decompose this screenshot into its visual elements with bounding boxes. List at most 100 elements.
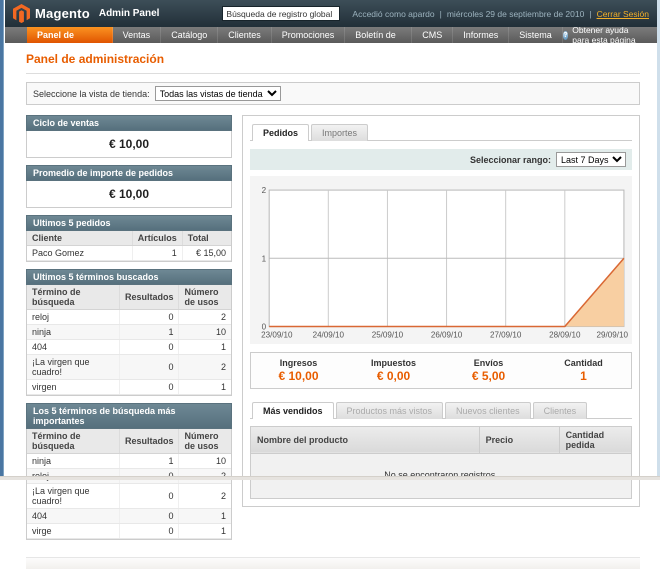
stat-label: Ingresos bbox=[251, 358, 346, 368]
brand-name: Magento bbox=[35, 6, 90, 21]
cell-uses: 10 bbox=[179, 454, 231, 469]
cell-results: 0 bbox=[119, 355, 179, 380]
range-select[interactable]: Last 7 Days bbox=[556, 152, 626, 167]
table-row: 40401 bbox=[27, 509, 231, 524]
svg-text:2: 2 bbox=[262, 186, 267, 195]
sales-lifetime-value: € 10,00 bbox=[27, 131, 231, 157]
cell-uses: 1 bbox=[179, 509, 231, 524]
average-orders-value: € 10,00 bbox=[27, 181, 231, 207]
help-link[interactable]: ? Obtener ayuda para esta página bbox=[563, 27, 657, 43]
cell-results: 0 bbox=[119, 340, 179, 355]
svg-text:29/09/10: 29/09/10 bbox=[597, 331, 629, 340]
cell-term: 404 bbox=[27, 509, 119, 524]
stat-envios: Envíos € 5,00 bbox=[441, 358, 536, 383]
col-header: Número de usos bbox=[179, 285, 231, 310]
nav-item-catalogo[interactable]: Catálogo bbox=[161, 27, 218, 43]
cell-uses: 1 bbox=[179, 380, 231, 395]
table-row: ¡La virgen que cuadro!02 bbox=[27, 484, 231, 509]
cell-uses: 1 bbox=[179, 524, 231, 539]
divider: | bbox=[440, 9, 442, 19]
cell-total: € 15,00 bbox=[182, 246, 231, 261]
grids-tabs: Más vendidos Productos más vistos Nuevos… bbox=[250, 401, 632, 419]
cell-results: 0 bbox=[119, 380, 179, 395]
stat-cantidad: Cantidad 1 bbox=[536, 358, 631, 383]
cell-uses: 2 bbox=[179, 355, 231, 380]
nav-item-boletin[interactable]: Boletín de noticias bbox=[345, 27, 412, 43]
cell-uses: 10 bbox=[179, 325, 231, 340]
help-icon: ? bbox=[563, 31, 569, 40]
last-search-terms-box: Ultimos 5 términos buscados Término de b… bbox=[26, 269, 232, 396]
stat-label: Envíos bbox=[441, 358, 536, 368]
col-header: Término de búsqueda bbox=[27, 429, 119, 454]
cell-term: reloj bbox=[27, 310, 119, 325]
magento-logo: Magento Admin Panel bbox=[13, 4, 159, 23]
cell-results: 1 bbox=[119, 454, 179, 469]
orders-chart-container: 01223/09/1024/09/1025/09/1026/09/1027/09… bbox=[250, 176, 632, 344]
col-header: Cliente bbox=[27, 231, 132, 246]
tab-clientes[interactable]: Clientes bbox=[533, 402, 588, 419]
cell-term: ninja bbox=[27, 325, 119, 340]
table-row: Paco Gomez 1 € 15,00 bbox=[27, 246, 231, 261]
stat-value: € 10,00 bbox=[251, 369, 346, 383]
last-search-terms-table: Término de búsqueda Resultados Número de… bbox=[27, 285, 231, 395]
diagram-tabs: Pedidos Importes bbox=[250, 123, 632, 141]
global-search-input[interactable] bbox=[222, 6, 340, 21]
average-orders-box: Promedio de importe de pedidos € 10,00 bbox=[26, 165, 232, 208]
stat-label: Cantidad bbox=[536, 358, 631, 368]
cell-term: 404 bbox=[27, 340, 119, 355]
stat-value: € 5,00 bbox=[441, 369, 536, 383]
tab-importes[interactable]: Importes bbox=[311, 124, 368, 141]
tab-mas-vendidos[interactable]: Más vendidos bbox=[252, 402, 334, 419]
table-row: ninja110 bbox=[27, 325, 231, 340]
current-date: miércoles 29 de septiembre de 2010 bbox=[447, 9, 585, 19]
svg-text:27/09/10: 27/09/10 bbox=[490, 331, 522, 340]
cell-uses: 2 bbox=[179, 484, 231, 509]
last-search-terms-title: Ultimos 5 términos buscados bbox=[26, 269, 232, 285]
last-orders-table: Cliente Artículos Total Paco Gomez 1 € 1… bbox=[27, 231, 231, 261]
svg-text:1: 1 bbox=[262, 254, 267, 263]
col-header: Resultados bbox=[119, 429, 179, 454]
page-content: Panel de administración Seleccione la vi… bbox=[5, 43, 657, 569]
top-search-terms-box: Los 5 términos de búsqueda más important… bbox=[26, 403, 232, 540]
nav-item-promociones[interactable]: Promociones bbox=[272, 27, 346, 43]
totals-bar: Ingresos € 10,00 Impuestos € 0,00 Envíos… bbox=[250, 352, 632, 389]
nav-item-cms[interactable]: CMS bbox=[412, 27, 453, 43]
bestsellers-table: Nombre del producto Precio Cantidad pedi… bbox=[250, 426, 632, 499]
nav-item-dashboard[interactable]: Panel de administración bbox=[27, 27, 113, 43]
logout-link[interactable]: Cerrar Sesión bbox=[597, 9, 649, 19]
top-search-terms-title: Los 5 términos de búsqueda más important… bbox=[26, 403, 232, 429]
cell-results: 1 bbox=[119, 325, 179, 340]
sales-lifetime-title: Ciclo de ventas bbox=[26, 115, 232, 131]
tab-productos-mas-vistos[interactable]: Productos más vistos bbox=[336, 402, 444, 419]
nav-item-sistema[interactable]: Sistema bbox=[509, 27, 563, 43]
cell-customer: Paco Gomez bbox=[27, 246, 132, 261]
store-view-bar: Seleccione la vista de tienda: Todas las… bbox=[26, 82, 640, 105]
cell-results: 0 bbox=[119, 524, 179, 539]
table-row: ninja110 bbox=[27, 454, 231, 469]
stat-label: Impuestos bbox=[346, 358, 441, 368]
cell-term: virge bbox=[27, 524, 119, 539]
header-user-area: Accedió como apardo | miércoles 29 de se… bbox=[352, 9, 649, 19]
page-footer-edge bbox=[26, 557, 640, 569]
last-orders-title: Ultimos 5 pedidos bbox=[26, 215, 232, 231]
dashboard-right-panel: Pedidos Importes Seleccionar rango: Last… bbox=[242, 115, 640, 507]
col-header: Total bbox=[182, 231, 231, 246]
table-row: virgen01 bbox=[27, 380, 231, 395]
window-frame-left bbox=[0, 0, 4, 480]
tab-nuevos-clientes[interactable]: Nuevos clientes bbox=[445, 402, 531, 419]
stat-impuestos: Impuestos € 0,00 bbox=[346, 358, 441, 383]
magento-admin-window: Magento Admin Panel Accedió como apardo … bbox=[5, 0, 657, 569]
tab-pedidos[interactable]: Pedidos bbox=[252, 124, 309, 141]
col-header: Artículos bbox=[132, 231, 182, 246]
nav-item-ventas[interactable]: Ventas bbox=[113, 27, 162, 43]
table-row: reloj02 bbox=[27, 310, 231, 325]
window-frame-bottom bbox=[0, 476, 660, 480]
store-view-select[interactable]: Todas las vistas de tienda bbox=[155, 86, 281, 101]
nav-item-clientes[interactable]: Clientes bbox=[218, 27, 272, 43]
col-header: Precio bbox=[479, 426, 559, 453]
nav-item-informes[interactable]: Informes bbox=[453, 27, 509, 43]
col-header: Nombre del producto bbox=[251, 426, 480, 453]
help-label: Obtener ayuda para esta página bbox=[572, 25, 647, 45]
cell-term: virgen bbox=[27, 380, 119, 395]
cell-results: 0 bbox=[119, 509, 179, 524]
